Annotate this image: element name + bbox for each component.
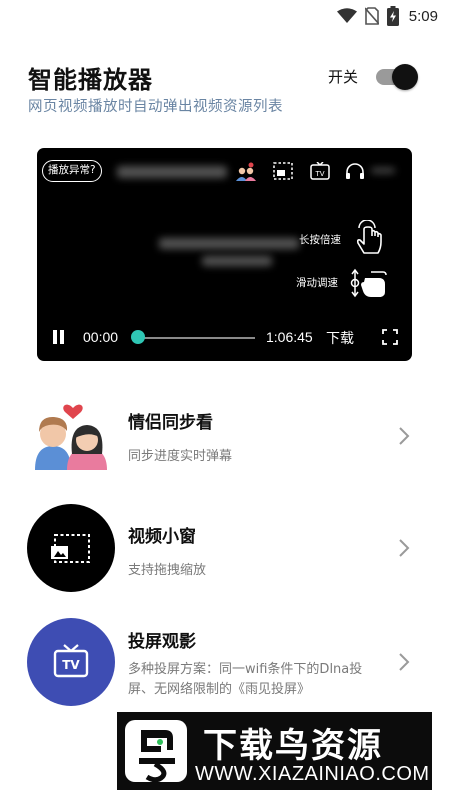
chevron-right-icon: [399, 539, 410, 557]
download-button[interactable]: 下载: [326, 328, 354, 348]
feature-description: 同步进度实时弹幕: [128, 449, 233, 464]
mini-window-icon[interactable]: [273, 162, 293, 180]
bird-logo: [125, 720, 187, 782]
feature-mini-window[interactable]: 视频小窗 支持拖拽缩放: [0, 504, 450, 614]
pause-button[interactable]: [52, 329, 66, 345]
mini-window-icon: [27, 504, 115, 592]
watermark-name: 下载鸟资源: [203, 726, 383, 766]
status-bar: 5:09: [0, 0, 450, 32]
seek-thumb[interactable]: [131, 330, 145, 344]
toggle-knob: [392, 64, 418, 90]
watermark-banner: 下载鸟资源 WWW.XIAZAINIAO.COM: [117, 712, 432, 790]
video-preview[interactable]: 播放异常? TV 长按倍速 滑动调速 00:00 1:06:45 下载: [37, 148, 412, 361]
playback-issue-button[interactable]: 播放异常?: [42, 160, 102, 182]
watermark-url: WWW.XIAZAINIAO.COM: [195, 763, 430, 785]
blurred-menu: [371, 168, 395, 173]
seek-bar[interactable]: [138, 337, 255, 339]
fullscreen-icon[interactable]: [382, 329, 398, 345]
toggle-label: 开关: [328, 68, 359, 86]
blurred-video-title: [117, 166, 227, 178]
svg-text:TV: TV: [62, 658, 80, 672]
total-duration: 1:06:45: [266, 329, 313, 345]
tv-cast-icon: TV: [27, 618, 115, 706]
no-sim-icon: [364, 7, 379, 25]
svg-text:TV: TV: [314, 170, 324, 178]
tap-hand-icon: [356, 220, 382, 254]
headphones-icon[interactable]: [345, 162, 365, 180]
couple-sync-icon[interactable]: [235, 162, 259, 182]
feature-couple-sync[interactable]: 情侣同步看 同步进度实时弹幕: [0, 390, 450, 500]
blurred-caption: [159, 238, 299, 249]
tv-cast-icon[interactable]: TV: [310, 162, 330, 180]
chevron-right-icon: [399, 427, 410, 445]
feature-title: 视频小窗: [128, 527, 196, 547]
power-toggle[interactable]: [376, 64, 418, 90]
feature-title: 投屏观影: [128, 632, 196, 652]
battery-charging-icon: [386, 6, 399, 26]
feature-description: 支持拖拽缩放: [128, 563, 207, 578]
page-title: 智能播放器: [28, 66, 153, 94]
swipe-hand-icon: [350, 268, 387, 298]
chevron-right-icon: [399, 653, 410, 671]
blurred-caption: [202, 256, 272, 266]
status-icons: 5:09: [336, 6, 438, 26]
couple-icon: [35, 404, 107, 470]
wifi-icon: [336, 8, 357, 23]
long-press-speed-hint: 长按倍速: [299, 234, 341, 246]
current-time: 00:00: [83, 329, 119, 345]
status-time: 5:09: [408, 7, 438, 25]
page-subtitle: 网页视频播放时自动弹出视频资源列表: [28, 99, 283, 115]
feature-description: 多种投屏方案：同一wifi条件下的Dlna投屏、无网络限制的《雨见投屏》: [128, 662, 363, 697]
feature-title: 情侣同步看: [128, 413, 213, 433]
swipe-speed-hint: 滑动调速: [296, 277, 338, 289]
